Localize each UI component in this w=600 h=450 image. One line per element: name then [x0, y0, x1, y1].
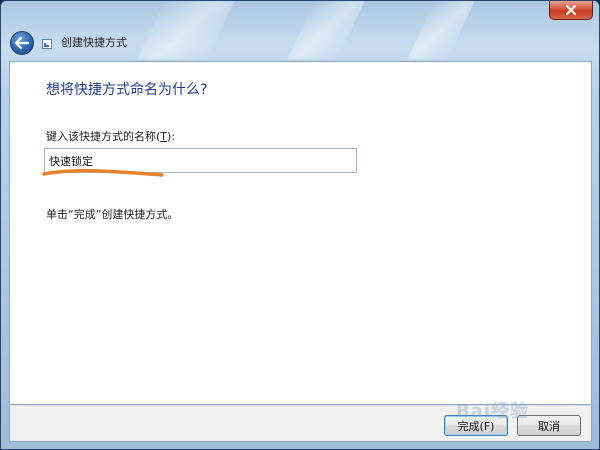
page-heading: 想将快捷方式命名为什么?: [46, 82, 208, 98]
finish-hint-text: 单击“完成”创建快捷方式。: [46, 208, 179, 221]
wizard-footer: 完成(F) 取消: [9, 405, 592, 442]
wizard-content: 想将快捷方式命名为什么? 键入该快捷方式的名称(T): 单击“完成”创建快捷方式…: [9, 61, 592, 405]
arrow-left-icon: [15, 37, 29, 49]
wizard-window: 创建快捷方式 想将快捷方式命名为什么? 键入该快捷方式的名称(T): 单击“完成…: [0, 0, 600, 450]
cancel-button[interactable]: 取消: [517, 415, 581, 436]
name-field-label-end: ):: [167, 130, 176, 143]
close-icon: [566, 5, 576, 15]
window-title: 创建快捷方式: [61, 36, 127, 49]
name-field-label-text: 键入该快捷方式的名称(: [46, 130, 161, 143]
back-button[interactable]: [10, 31, 34, 55]
close-button[interactable]: [549, 1, 593, 20]
shortcut-app-icon: [42, 39, 52, 49]
title-bar: [1, 1, 599, 29]
name-field-label: 键入该快捷方式的名称(T):: [46, 130, 175, 144]
orange-underline-annotation: [42, 168, 164, 177]
finish-button[interactable]: 完成(F): [444, 415, 508, 436]
